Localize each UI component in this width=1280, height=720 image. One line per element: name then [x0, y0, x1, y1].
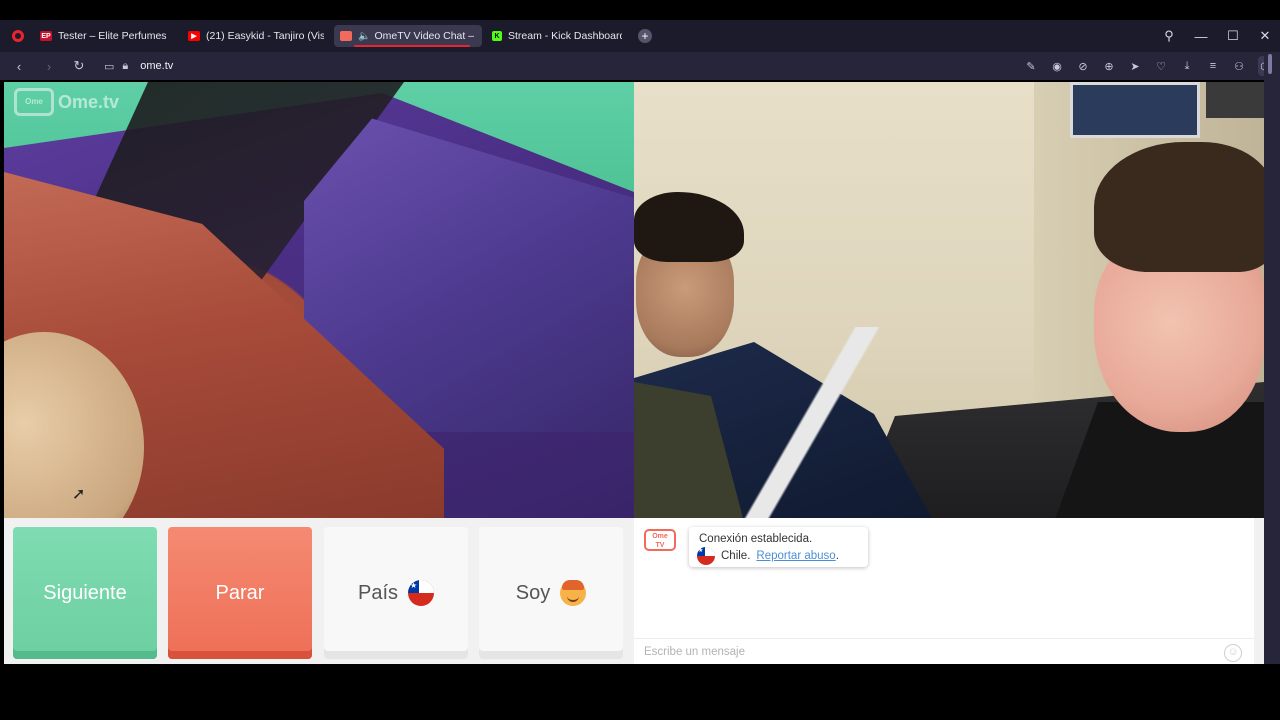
edit-icon[interactable]: ✎ — [1024, 60, 1038, 73]
window-controls: ⚲ — ☐ ✕ — [1162, 20, 1272, 52]
ometv-page: Ome Ome.tv Siguiente Parar País ★ Soy Om… — [4, 82, 1264, 664]
camera-icon[interactable]: ◉ — [1050, 60, 1064, 73]
chile-flag-icon: ★ — [697, 547, 715, 565]
adblock-icon[interactable]: ⊘ — [1076, 60, 1090, 73]
site-info-icon[interactable]: ▭ — [104, 60, 114, 73]
tab-title: OmeTV Video Chat – — [374, 30, 475, 42]
tab-bar: EP Tester – Elite Perfumes ▶ (21) Easyki… — [0, 20, 1280, 52]
stop-button-label: Parar — [215, 581, 265, 604]
download-icon[interactable]: ⤓ — [1180, 60, 1194, 73]
ometv-chat-logo-icon: Ome TV — [644, 529, 676, 551]
tv-icon: Ome — [14, 88, 54, 116]
boy-emoji-icon — [560, 580, 587, 606]
tab-youtube[interactable]: ▶ (21) Easykid - Tanjiro (Visu — [182, 25, 330, 47]
brand-name: Ome.tv — [58, 91, 120, 112]
chat-panel: Ome TV Conexión establecida. ★ Chile. Re… — [634, 518, 1254, 664]
country-button-label: País — [357, 581, 399, 604]
tab-kick-dashboard[interactable]: K Stream - Kick Dashboard — [486, 25, 628, 47]
next-button-label: Siguiente — [43, 581, 127, 604]
tab-title: Stream - Kick Dashboard — [508, 30, 622, 42]
remote-person-left — [634, 192, 934, 518]
speaker-icon[interactable]: 🔈 — [358, 31, 370, 42]
message-input[interactable] — [644, 645, 1204, 658]
ometv-favicon-icon — [340, 31, 352, 41]
tab-title: (21) Easykid - Tanjiro (Visu — [206, 30, 324, 42]
mouse-cursor-icon: ➚ — [72, 486, 86, 503]
ometv-watermark-logo: Ome Ome.tv — [14, 88, 119, 116]
side-panel-indicator[interactable] — [1268, 54, 1272, 74]
emoji-icon[interactable]: ☺ — [1224, 644, 1242, 662]
connection-status: Conexión establecida. — [699, 533, 813, 545]
stop-button[interactable]: Parar — [168, 527, 312, 659]
tab-title: Tester – Elite Perfumes — [58, 30, 167, 42]
tab-ometv[interactable]: 🔈 OmeTV Video Chat – — [334, 25, 482, 47]
heart-icon[interactable]: ♡ — [1154, 60, 1168, 73]
close-button[interactable]: ✕ — [1258, 28, 1272, 44]
gender-button-label: Soy — [515, 581, 551, 604]
elite-perfumes-favicon-icon: EP — [40, 31, 52, 41]
message-composer: ☺ — [634, 638, 1254, 664]
new-tab-button[interactable]: + — [638, 29, 652, 43]
address-bar: ‹ › ↻ ▭ 🔒︎ ome.tv ✎ ◉ ⊘ ⊕ ➤ ♡ ⤓ ≡ ⚇ ⬡ — [0, 52, 1280, 80]
country-button[interactable]: País ★ — [324, 527, 468, 659]
wall-poster — [1070, 82, 1200, 138]
minimize-button[interactable]: — — [1194, 29, 1208, 44]
profile-icon[interactable]: ⚇ — [1232, 60, 1246, 73]
menu-icon[interactable]: ≡ — [1206, 60, 1220, 72]
send-icon[interactable]: ➤ — [1128, 60, 1142, 73]
back-icon[interactable]: ‹ — [4, 59, 34, 74]
next-button[interactable]: Siguiente — [13, 527, 157, 659]
youtube-favicon-icon: ▶ — [188, 31, 200, 41]
search-tabs-icon[interactable]: ⚲ — [1162, 28, 1176, 44]
opera-menu-icon[interactable] — [12, 30, 24, 42]
reload-icon[interactable]: ↻ — [64, 58, 94, 74]
chat-controls: Siguiente Parar País ★ Soy — [4, 518, 634, 664]
kick-favicon-icon: K — [492, 31, 502, 41]
gender-button[interactable]: Soy — [479, 527, 623, 659]
tab-elite-perfumes[interactable]: EP Tester – Elite Perfumes — [34, 25, 178, 47]
system-message: Conexión establecida. ★ Chile. Reportar … — [689, 527, 868, 567]
chile-flag-icon: ★ — [408, 580, 435, 606]
local-video: Ome Ome.tv — [4, 82, 634, 518]
toolbar-icons: ✎ ◉ ⊘ ⊕ ➤ ♡ ⤓ ≡ ⚇ ⬡ — [1024, 52, 1272, 80]
partner-country: Chile. — [721, 550, 751, 562]
url-field[interactable]: ▭ 🔒︎ ome.tv — [104, 60, 173, 73]
report-abuse-link[interactable]: Reportar abuso — [756, 550, 835, 562]
remote-person-right — [1034, 142, 1264, 518]
maximize-button[interactable]: ☐ — [1226, 28, 1240, 44]
side-panel — [1264, 52, 1280, 664]
forward-icon[interactable]: › — [34, 59, 64, 74]
vpn-icon[interactable]: ⊕ — [1102, 60, 1116, 73]
remote-video — [634, 82, 1264, 518]
url-text[interactable]: ome.tv — [140, 60, 173, 72]
lock-icon[interactable]: 🔒︎ — [122, 60, 128, 73]
